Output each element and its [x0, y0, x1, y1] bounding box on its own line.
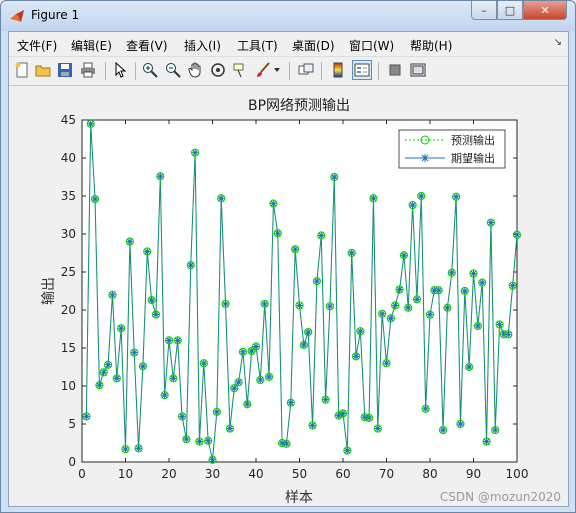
- x-tick-label: 90: [466, 467, 481, 481]
- y-tick-label: 10: [61, 379, 76, 393]
- show-plot-tools-icon[interactable]: [409, 61, 427, 79]
- brush-icon[interactable]: [254, 61, 272, 79]
- toolbar-separator: [321, 62, 322, 80]
- figure-window: Figure 1 – □ ✕ 文件(F) 编辑(E) 查看(V) 插入(I) 工…: [0, 0, 576, 513]
- zoom-out-icon[interactable]: [164, 61, 182, 79]
- hide-plot-tools-icon[interactable]: [386, 61, 404, 79]
- legend-marker-expected: [421, 154, 429, 162]
- x-tick-label: 70: [379, 467, 394, 481]
- y-tick-label: 5: [68, 417, 76, 431]
- x-tick-label: 10: [118, 467, 133, 481]
- legend-icon[interactable]: [352, 60, 372, 80]
- toolbar-separator: [105, 62, 106, 80]
- figure-toolbar: [9, 57, 568, 86]
- menu-file[interactable]: 文件(F): [17, 37, 57, 54]
- rotate-3d-icon[interactable]: [209, 61, 227, 79]
- y-tick-label: 45: [61, 113, 76, 127]
- maximize-button[interactable]: □: [497, 1, 523, 20]
- new-figure-icon[interactable]: [13, 61, 31, 79]
- pointer-icon[interactable]: [111, 61, 129, 79]
- x-axis-label: 样本: [285, 490, 313, 506]
- x-tick-label: 0: [78, 467, 86, 481]
- matlab-logo-icon: [10, 10, 24, 22]
- menu-view[interactable]: 查看(V): [126, 37, 168, 54]
- window-title: Figure 1: [31, 8, 80, 22]
- x-tick-label: 40: [248, 467, 263, 481]
- y-tick-label: 35: [61, 189, 76, 203]
- y-axis-label: 输出: [41, 277, 57, 305]
- figure-client-area: 文件(F) 编辑(E) 查看(V) 插入(I) 工具(T) 桌面(D) 窗口(W…: [8, 31, 569, 507]
- print-icon[interactable]: [79, 61, 97, 79]
- x-tick-label: 50: [292, 467, 307, 481]
- x-tick-label: 60: [335, 467, 350, 481]
- x-tick-label: 20: [161, 467, 176, 481]
- brush-dropdown-icon[interactable]: [272, 61, 282, 79]
- legend-label-predicted: 预测输出: [451, 133, 495, 147]
- menu-help[interactable]: 帮助(H): [410, 37, 452, 54]
- menu-insert[interactable]: 插入(I): [184, 37, 221, 54]
- x-tick-label: 100: [506, 467, 529, 481]
- figure-canvas: BP网络预测输出 0 10 20 30 40 50 60 70 80 90 100 0 5 10 15 20 2…: [9, 86, 568, 506]
- x-tick-label: 80: [422, 467, 437, 481]
- menu-edit[interactable]: 编辑(E): [71, 37, 112, 54]
- legend-label-expected: 期望输出: [451, 151, 495, 165]
- y-tick-label: 20: [61, 303, 76, 317]
- y-tick-label: 25: [61, 265, 76, 279]
- y-tick-label: 40: [61, 151, 76, 165]
- y-tick-label: 15: [61, 341, 76, 355]
- pan-hand-icon[interactable]: [187, 61, 205, 79]
- legend[interactable]: 预测输出 期望输出: [398, 129, 506, 169]
- minimize-button[interactable]: –: [471, 1, 497, 20]
- plot-area: [81, 119, 518, 463]
- chart-title: BP网络预测输出: [248, 98, 350, 114]
- menu-window[interactable]: 窗口(W): [349, 37, 394, 54]
- menu-dock-arrow-icon[interactable]: ↘: [554, 37, 562, 48]
- title-bar[interactable]: Figure 1 – □ ✕: [1, 1, 575, 31]
- toolbar-separator: [135, 62, 136, 80]
- y-tick-label: 30: [61, 227, 76, 241]
- menu-bar: 文件(F) 编辑(E) 查看(V) 插入(I) 工具(T) 桌面(D) 窗口(W…: [9, 32, 568, 57]
- menu-desktop[interactable]: 桌面(D): [292, 37, 335, 54]
- save-icon[interactable]: [56, 61, 74, 79]
- close-button[interactable]: ✕: [523, 1, 567, 20]
- line-chart[interactable]: BP网络预测输出 0 10 20 30 40 50 60 70 80 90 100 0 5 10 15 20 2…: [9, 86, 568, 506]
- zoom-in-icon[interactable]: [141, 61, 159, 79]
- watermark-text: CSDN @mozun2020: [439, 490, 561, 504]
- link-plot-icon[interactable]: [297, 61, 315, 79]
- y-tick-label: 0: [68, 455, 76, 469]
- window-controls: – □ ✕: [471, 1, 567, 21]
- colorbar-icon[interactable]: [329, 61, 347, 79]
- toolbar-separator: [378, 62, 379, 80]
- x-tick-label: 30: [205, 467, 220, 481]
- menu-tools[interactable]: 工具(T): [237, 37, 278, 54]
- toolbar-separator: [289, 62, 290, 80]
- data-cursor-icon[interactable]: [231, 61, 249, 79]
- open-file-icon[interactable]: [34, 61, 52, 79]
